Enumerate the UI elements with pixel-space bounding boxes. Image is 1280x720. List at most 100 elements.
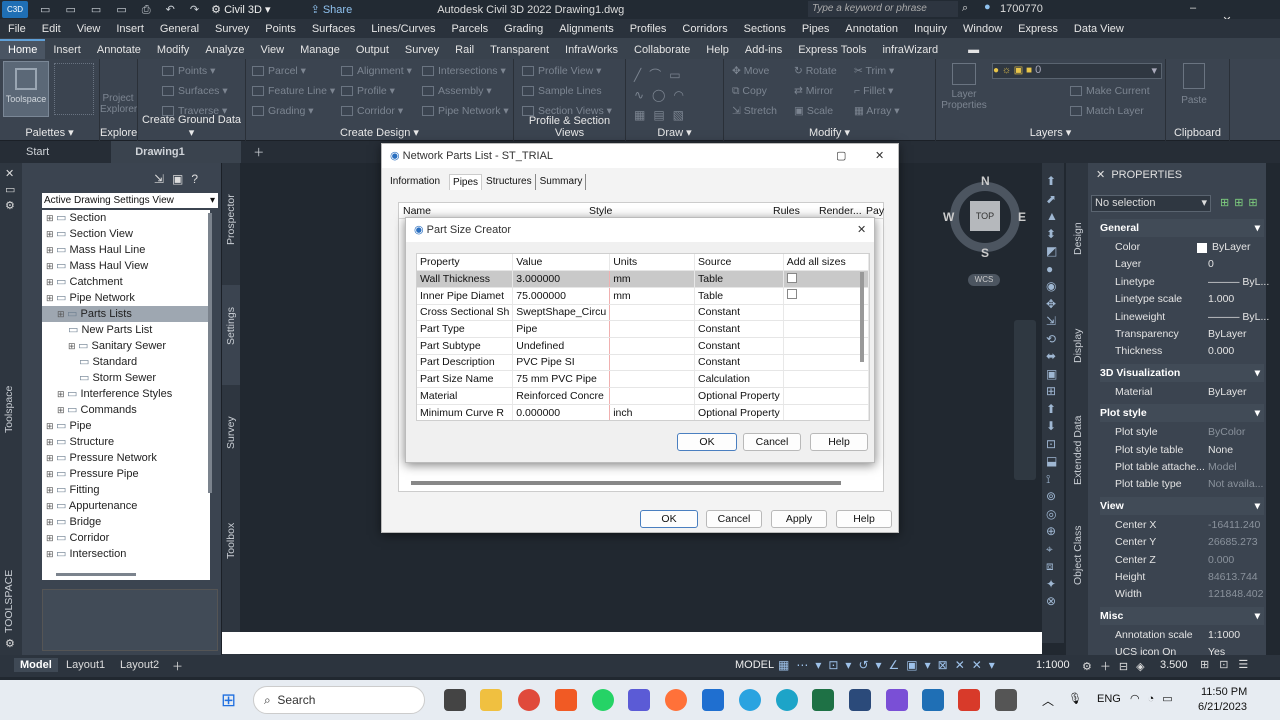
tree-expander-icon[interactable]: ⊞	[57, 309, 67, 319]
table-row[interactable]: Part Type Pipe Constant	[417, 320, 869, 338]
tree-item-intersection[interactable]: ⊞ ▭ Intersection	[42, 546, 210, 562]
property-layer[interactable]: Layer 0	[1100, 256, 1264, 273]
tree-hscroll[interactable]	[56, 573, 136, 576]
add-all-sizes-checkbox[interactable]	[786, 272, 797, 283]
assembly-menu[interactable]: Assembly ▾	[422, 85, 492, 97]
tree-expander-icon[interactable]: ⊞	[46, 277, 56, 287]
table-row[interactable]: Material Reinforced Concre Optional Proper…	[417, 387, 869, 405]
tree-expander-icon[interactable]: ⊞	[57, 389, 67, 399]
tree-item-sanitary-sewer[interactable]: ⊞ ▭ Sanitary Sewer	[42, 338, 210, 354]
tree-item-bridge[interactable]: ⊞ ▭ Bridge	[42, 514, 210, 530]
menu-profiles[interactable]: Profiles	[622, 23, 675, 35]
app-icon[interactable]	[628, 689, 650, 711]
property-material[interactable]: Material ByLayer	[1100, 384, 1264, 401]
compass-w[interactable]: W	[943, 210, 954, 224]
ribbon-tab-modify[interactable]: Modify	[149, 41, 197, 59]
menu-grading[interactable]: Grading	[496, 23, 551, 35]
menu-express[interactable]: Express	[1010, 23, 1066, 35]
layers-label[interactable]: Layers ▾	[936, 126, 1165, 139]
tree-expander-icon[interactable]: ⊞	[68, 341, 78, 351]
windows-start-icon[interactable]: ⊞	[221, 690, 241, 710]
tree-expander-icon[interactable]: ⊞	[46, 229, 56, 239]
cell-value[interactable]: 3.000000	[512, 270, 611, 288]
tree-item-appurtenance[interactable]: ⊞ ▭ Appurtenance	[42, 498, 210, 514]
file-explorer-icon[interactable]	[480, 689, 502, 711]
fillet-menu[interactable]: ⌐ Fillet ▾	[854, 85, 893, 97]
property-width[interactable]: Width 121848.402	[1100, 586, 1264, 603]
col-units[interactable]: Units	[609, 254, 696, 272]
civil3d-taskbar-icon[interactable]	[922, 689, 944, 711]
move-button[interactable]: ✥ Move	[732, 65, 769, 77]
ribbon-toggle-icon[interactable]: ▬	[960, 41, 987, 59]
ribbon-tab-analyze[interactable]: Analyze	[197, 41, 252, 59]
menu-lines-curves[interactable]: Lines/Curves	[363, 23, 443, 35]
tree-expander-icon[interactable]: ⊞	[46, 517, 56, 527]
tree-item-commands[interactable]: ⊞ ▭ Commands	[42, 402, 210, 418]
property-transparency[interactable]: Transparency ByLayer	[1100, 326, 1264, 343]
tab-layout1[interactable]: Layout1	[66, 659, 105, 671]
app3-icon[interactable]	[958, 689, 980, 711]
tree-item-structure[interactable]: ⊞ ▭ Structure	[42, 434, 210, 450]
col-style[interactable]: Style	[589, 205, 612, 217]
ribbon-tab-manage[interactable]: Manage	[292, 41, 348, 59]
cell-value[interactable]: PVC Pipe SI	[512, 354, 611, 372]
compass-e[interactable]: E	[1018, 210, 1026, 224]
menu-alignments[interactable]: Alignments	[551, 23, 621, 35]
language-indicator[interactable]: ENG	[1097, 693, 1121, 705]
tray-icons[interactable]: ◠◔▭	[1130, 692, 1181, 705]
collapse-icon[interactable]: ▾	[1255, 497, 1260, 515]
properties-close-icon[interactable]: ✕	[1096, 169, 1105, 181]
property-linetype[interactable]: Linetype ——— ByL...	[1100, 274, 1269, 291]
viewcube-top[interactable]: TOP	[970, 201, 1000, 231]
annotation-scale[interactable]: 1:1000	[1036, 659, 1070, 671]
menu-corridors[interactable]: Corridors	[674, 23, 735, 35]
psc-ok-button[interactable]: OK	[677, 433, 737, 451]
tree-expander-icon[interactable]: ⊞	[46, 501, 56, 511]
tree-expander-icon[interactable]: ⊞	[46, 485, 56, 495]
cell-value[interactable]: Pipe	[512, 320, 611, 338]
tab-extended-data[interactable]: Extended Data	[1066, 413, 1088, 493]
collapse-icon[interactable]: ▾	[1255, 404, 1260, 422]
tree-item-pressure-pipe[interactable]: ⊞ ▭ Pressure Pipe	[42, 466, 210, 482]
model-space-button[interactable]: MODEL	[735, 659, 774, 671]
app-logo-icon[interactable]: C3D	[2, 1, 28, 18]
telegram-icon[interactable]	[739, 689, 761, 711]
menu-pipes[interactable]: Pipes	[794, 23, 838, 35]
parcel-menu[interactable]: Parcel ▾	[252, 65, 306, 77]
property-plot-table-type[interactable]: Plot table type Not availa...	[1100, 476, 1264, 493]
menu-annotation[interactable]: Annotation	[837, 23, 906, 35]
new-tab-icon[interactable]: ＋	[241, 144, 276, 160]
property-color[interactable]: Color ByLayer	[1100, 239, 1264, 256]
tree-expander-icon[interactable]: ⊞	[46, 469, 56, 479]
ribbon-tab-survey[interactable]: Survey	[397, 41, 447, 59]
viewcube[interactable]: TOP N S W E WCS	[940, 172, 1030, 292]
property-lineweight[interactable]: Lineweight ——— ByL...	[1100, 309, 1269, 326]
user-icon[interactable]: ●	[984, 1, 991, 13]
ground-label[interactable]: Create Ground Data ▾	[138, 114, 245, 139]
project-explorer-button[interactable]: Project Explorer	[100, 93, 137, 115]
stretch-button[interactable]: ⇲ Stretch	[732, 105, 777, 117]
ribbon-tab-annotate[interactable]: Annotate	[89, 41, 149, 59]
workspace-dropdown[interactable]: ⚙ Civil 3D ▾	[211, 3, 270, 16]
tree-item-mass-haul-view[interactable]: ⊞ ▭ Mass Haul View	[42, 258, 210, 274]
tree-item-parts-lists[interactable]: ⊞ ▭ Parts Lists	[42, 306, 210, 322]
profile-menu[interactable]: Profile ▾	[341, 85, 395, 97]
palettes-label[interactable]: Palettes ▾	[0, 126, 99, 139]
cell-value[interactable]: SweptShape_Circu	[512, 304, 611, 322]
tree-expander-icon[interactable]: ⊞	[46, 293, 56, 303]
close-dialog-icon[interactable]: ✕	[875, 144, 884, 168]
menu-surfaces[interactable]: Surfaces	[304, 23, 363, 35]
user-id[interactable]: 1700770	[1000, 3, 1043, 15]
status-toggles[interactable]: ▦⋯▾⊡▾↺▾∠▣▾⊠✕✕▾	[778, 658, 1002, 672]
property-plot-style-table[interactable]: Plot style table None	[1100, 442, 1264, 459]
share-button[interactable]: ⇪ Share	[311, 3, 353, 16]
col-rules[interactable]: Rules	[773, 205, 800, 217]
section-general[interactable]: General ▾	[1100, 219, 1264, 237]
cell-value[interactable]: 75 mm PVC Pipe	[512, 370, 611, 388]
tree-item-corridor[interactable]: ⊞ ▭ Corridor	[42, 530, 210, 546]
ribbon-tab-home[interactable]: Home	[0, 39, 46, 59]
section-3d-visualization[interactable]: 3D Visualization ▾	[1100, 363, 1264, 382]
draw-label[interactable]: Draw ▾	[626, 126, 723, 139]
tab-pipes[interactable]: Pipes	[449, 174, 483, 190]
tree-expander-icon[interactable]: ⊞	[46, 533, 56, 543]
